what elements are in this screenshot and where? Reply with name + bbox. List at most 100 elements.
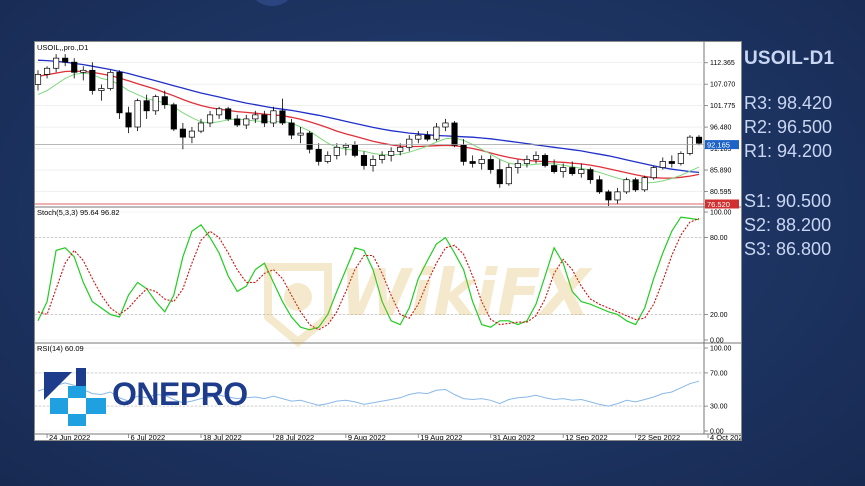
candle-body (424, 134, 431, 140)
candle-body (225, 108, 232, 120)
candle-body (170, 104, 177, 130)
candle-body (397, 146, 404, 152)
y-tick-label: 85.890 (710, 168, 732, 175)
candle-body (406, 138, 413, 148)
candle-body (161, 96, 168, 106)
candle-body (288, 122, 295, 136)
candle-body (143, 100, 150, 112)
candle-body (686, 136, 694, 154)
candle-body (695, 136, 703, 144)
candle-body (469, 161, 476, 164)
rsi-pane-title: RSI(14) 60.09 (37, 344, 84, 353)
candle-body (496, 169, 503, 185)
candle-body (107, 71, 114, 89)
level-s3: S3: 86.800 (744, 239, 832, 259)
y-tick-label: 0.00 (710, 338, 724, 345)
candle-body (306, 132, 313, 150)
candle-body (125, 112, 132, 128)
candle-body (80, 69, 87, 73)
candle-body (71, 61, 78, 73)
candle-body (569, 167, 576, 174)
candle-body (505, 167, 512, 185)
level-r3: R3: 98.420 (744, 93, 833, 113)
x-tick-label: 18 Jul 2022 (203, 433, 242, 440)
candle-body (460, 144, 467, 162)
x-tick-label: 9 Aug 2022 (348, 433, 386, 440)
candle-body (379, 155, 386, 160)
candle-body (560, 167, 567, 172)
candle-body (369, 159, 377, 166)
candle-body (116, 71, 123, 114)
candle-body (605, 191, 612, 201)
candle-body (587, 169, 594, 181)
current-price-label: 92.165 (707, 140, 730, 149)
candle-body (542, 155, 549, 166)
candle-body (578, 169, 585, 174)
logo-text: ONEPRO (112, 376, 248, 412)
candle-body (632, 179, 639, 191)
y-tick-label: 30.00 (710, 404, 728, 411)
level-s2: S2: 88.200 (744, 215, 832, 235)
x-tick-label: 4 Oct 2022 (710, 433, 741, 440)
candle-body (234, 118, 241, 126)
y-tick-label: 100.00 (710, 210, 732, 217)
level-r2: R2: 96.500 (744, 117, 833, 137)
candle-body (614, 191, 621, 201)
candle-body (677, 153, 684, 164)
candle-body (451, 122, 458, 146)
x-tick-label: 28 Jul 2022 (275, 433, 314, 440)
symbol-title: USOIL-D1 (744, 48, 835, 69)
candle-body (279, 110, 286, 124)
candle-body (261, 114, 268, 124)
y-tick-label: 100.00 (710, 346, 732, 353)
candle-body (388, 150, 395, 156)
onepro-logo-icon (44, 368, 106, 426)
candle-body (415, 134, 422, 140)
y-tick-labels: 112.365107.070101.77596.48091.18585.8908… (704, 60, 735, 436)
x-tick-label: 6 Jul 2022 (131, 433, 166, 440)
candle-body (487, 159, 494, 170)
low-price-label: 76.520 (707, 200, 730, 209)
candles (35, 54, 703, 207)
candle-body (623, 179, 630, 193)
candle-body (35, 73, 42, 85)
candle-body (243, 118, 250, 126)
level-gap (744, 163, 865, 189)
candle-body (252, 114, 259, 120)
candle-body (206, 114, 214, 124)
candle-body (216, 108, 223, 116)
stochastic-lines (35, 216, 704, 331)
candle-body (89, 69, 96, 91)
candle-body (134, 100, 141, 128)
price-pane-title: USOIL,,pro.,D1 (37, 43, 88, 52)
candle-body (641, 177, 648, 191)
candle-body (342, 144, 349, 148)
candle-body (478, 159, 485, 164)
x-tick-label: 19 Aug 2022 (420, 433, 462, 440)
candle-body (62, 57, 69, 63)
candle-body (668, 161, 675, 164)
candle-body (650, 167, 657, 179)
y-tick-label: 101.775 (710, 103, 735, 110)
x-tick-label: 31 Aug 2022 (493, 433, 535, 440)
candle-body (523, 159, 531, 164)
level-s1: S1: 90.500 (744, 191, 832, 211)
candle-body (433, 126, 440, 140)
x-tick-label: 22 Sep 2022 (638, 433, 681, 440)
y-tick-label: 80.595 (710, 189, 732, 196)
pivot-levels-panel: USOIL-D1 R3: 98.420 R2: 96.500 R1: 94.20… (744, 48, 865, 261)
candle-body (315, 148, 322, 162)
candle-body (43, 67, 51, 75)
y-tick-label: 20.00 (710, 312, 728, 319)
candle-body (197, 122, 205, 132)
candle-body (360, 155, 368, 166)
candle-body (270, 110, 277, 124)
candle-body (532, 155, 540, 160)
x-tick-label: 12 Sep 2022 (565, 433, 608, 440)
candle-body (53, 57, 60, 69)
stoch-signal-line (37, 217, 700, 331)
candle-body (297, 132, 304, 136)
candle-body (188, 130, 195, 138)
y-tick-label: 80.00 (710, 235, 728, 242)
candle-body (442, 122, 449, 128)
